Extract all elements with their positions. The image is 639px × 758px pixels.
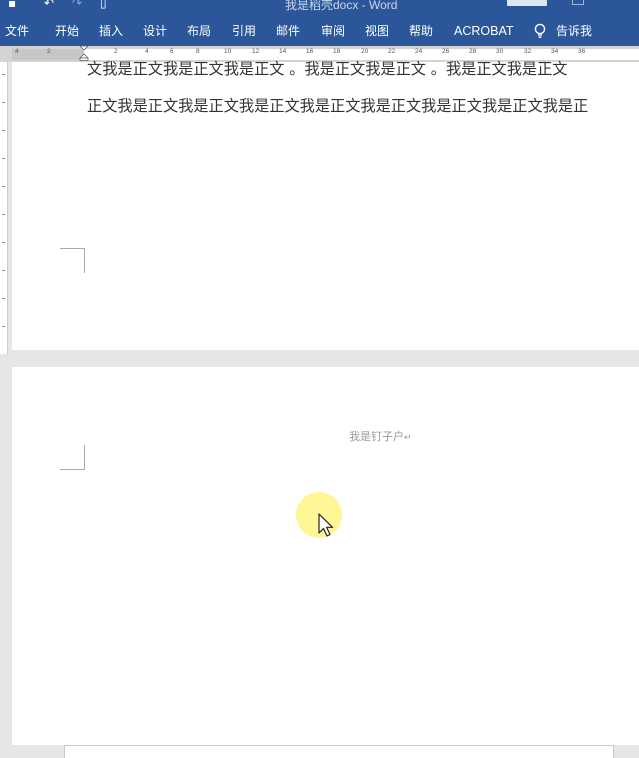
ruler-number: 8 [196,48,200,55]
tab-review[interactable]: 审阅 [321,16,345,46]
tab-acrobat[interactable]: ACROBAT [454,16,514,46]
window-title: 我是稻壳docx - Word [285,0,398,12]
text-boundary-corner [60,248,85,273]
ruler-number: 22 [388,48,396,55]
sign-in-button[interactable] [507,0,547,6]
ruler-number: 2 [47,48,51,55]
tab-view[interactable]: 视图 [365,16,389,46]
document-page-3[interactable] [64,745,614,758]
vertical-ruler[interactable] [0,62,8,354]
ruler-tick [2,102,5,103]
tab-mailings[interactable]: 邮件 [276,16,300,46]
ruler-number: 24 [415,48,423,55]
ruler-tick [2,242,5,243]
ruler-number: 14 [279,48,287,55]
ruler-number: 36 [578,48,586,55]
touch-mode-icon[interactable]: ▯ [100,0,107,9]
header-text-value: 我是钉子户 [349,430,404,443]
ruler-tick [2,298,5,299]
ruler-number: 32 [524,48,532,55]
ruler-tick [2,130,5,131]
ruler-number: 12 [252,48,260,55]
mouse-pointer-icon [318,513,334,537]
tab-layout[interactable]: 布局 [187,16,211,46]
title-bar: ▪ ↶ ↷ ▯ 我是稻壳docx - Word [0,0,639,16]
ruler-tick [2,186,5,187]
ruler-number: 28 [469,48,477,55]
ribbon-tab-bar: 文件 开始 插入 设计 布局 引用 邮件 审阅 视图 帮助 ACROBAT 告诉… [0,16,639,46]
undo-icon[interactable]: ↶ [44,0,54,9]
ruler-number: 20 [361,48,369,55]
ruler-tick [2,270,5,271]
tab-help[interactable]: 帮助 [409,16,433,46]
ruler-number: 26 [442,48,450,55]
tab-references[interactable]: 引用 [232,16,256,46]
text-boundary-corner [60,445,85,470]
ruler-tick [2,214,5,215]
tell-me-search[interactable]: 告诉我 [556,16,592,46]
ruler-number: 34 [551,48,559,55]
save-icon[interactable]: ▪ [8,0,16,9]
ruler-number: 30 [496,48,504,55]
ruler-number: 4 [145,48,149,55]
ruler-tick [2,158,5,159]
ruler-number: 10 [224,48,232,55]
tab-file[interactable]: 文件 [5,16,29,46]
ruler-number: 6 [170,48,174,55]
lightbulb-icon[interactable] [533,23,547,39]
body-text-line[interactable]: 正文我是正文我是正文我是正文我是正文我是正文我是正文我是正文我是正 [87,94,588,116]
ruler-tick [2,326,5,327]
ribbon-display-options-icon[interactable] [572,0,584,5]
body-text-line[interactable]: 文我是正文我是正文我是正文 。我是正文我是正文 。我是正文我是正文 [87,57,567,79]
tab-design[interactable]: 设计 [143,16,167,46]
paragraph-mark: ↵ [404,433,412,443]
header-text[interactable]: 我是钉子户↵ [349,428,412,444]
document-page-1[interactable]: 文我是正文我是正文我是正文 。我是正文我是正文 。我是正文我是正文 正文我是正文… [12,60,639,350]
ruler-number: 2 [114,48,118,55]
redo-icon[interactable]: ↷ [72,0,82,9]
tab-insert[interactable]: 插入 [99,16,123,46]
ruler-tick [2,74,5,75]
tab-home[interactable]: 开始 [55,16,79,46]
ruler-number: 16 [306,48,314,55]
ruler-number: 18 [333,48,341,55]
document-page-2[interactable]: 我是钉子户↵ [12,367,639,745]
ruler-number: 4 [15,48,19,55]
